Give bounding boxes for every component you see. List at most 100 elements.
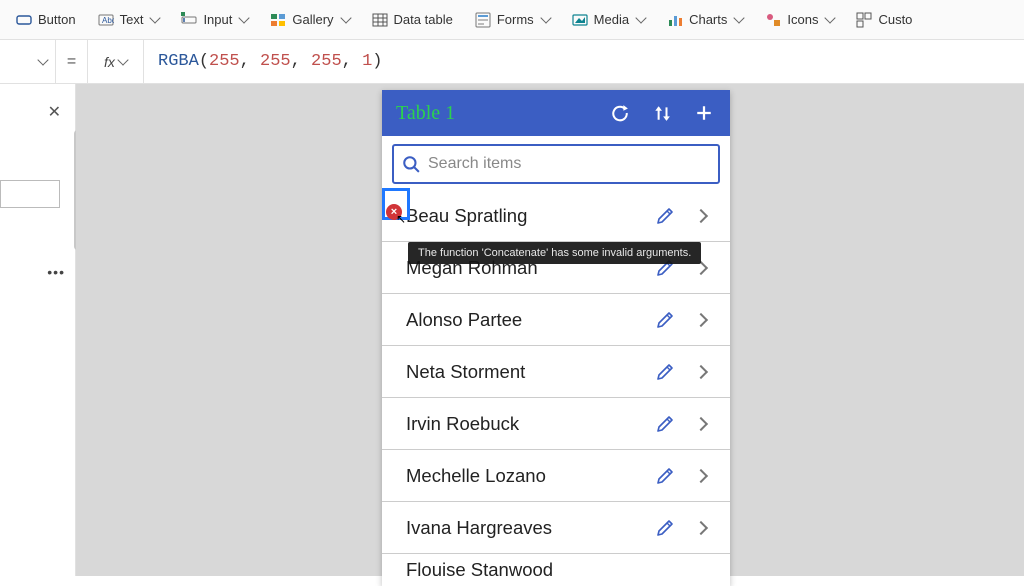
item-name: Neta Storment <box>406 361 642 383</box>
button-icon <box>16 12 32 28</box>
chevron-down-icon <box>825 12 836 23</box>
property-dropdown[interactable] <box>0 40 56 83</box>
ribbon-button[interactable]: Button <box>6 8 86 32</box>
item-name: Beau Spratling <box>406 205 642 227</box>
item-name: Irvin Roebuck <box>406 413 642 435</box>
forms-icon <box>475 12 491 28</box>
ribbon-label: Gallery <box>292 12 333 27</box>
list-item[interactable]: Ivana Hargreaves <box>382 502 730 554</box>
cursor-icon: ↖ <box>396 212 406 226</box>
tree-view-panel: ✕ ••• <box>0 84 76 576</box>
list-item[interactable]: Irvin Roebuck <box>382 398 730 450</box>
more-icon[interactable]: ••• <box>47 264 65 280</box>
app-title: Table 1 <box>396 102 590 125</box>
list-item[interactable]: Alonso Partee <box>382 294 730 346</box>
ribbon-label: Custo <box>878 12 912 27</box>
ribbon-charts[interactable]: Charts <box>657 8 753 32</box>
text-icon <box>98 12 114 28</box>
chevron-down-icon <box>734 12 745 23</box>
fx-button[interactable]: fx <box>88 40 144 83</box>
ribbon-forms[interactable]: Forms <box>465 8 560 32</box>
open-button[interactable] <box>688 463 714 489</box>
chevron-down-icon <box>540 12 551 23</box>
chevron-down-icon <box>150 12 161 23</box>
list-item[interactable]: Mechelle Lozano <box>382 450 730 502</box>
edit-button[interactable] <box>652 463 678 489</box>
tok-comma: , <box>240 52 260 71</box>
ribbon-label: Button <box>38 12 76 27</box>
tok-arg: 255 <box>209 52 240 71</box>
search-box[interactable] <box>392 144 720 184</box>
open-button[interactable] <box>688 359 714 385</box>
chevron-right-icon <box>694 364 708 378</box>
tok-arg: 255 <box>260 52 291 71</box>
edit-button[interactable] <box>652 307 678 333</box>
list-item[interactable]: Neta Storment <box>382 346 730 398</box>
list-item[interactable]: Flouise Stanwood <box>382 554 730 586</box>
edit-button[interactable] <box>652 203 678 229</box>
datatable-icon <box>372 12 388 28</box>
ribbon-label: Icons <box>787 12 818 27</box>
item-name: Ivana Hargreaves <box>406 517 642 539</box>
ribbon-label: Text <box>120 12 144 27</box>
fx-label: fx <box>104 54 115 70</box>
chevron-right-icon <box>694 208 708 222</box>
edit-button[interactable] <box>652 411 678 437</box>
edit-button[interactable] <box>652 359 678 385</box>
item-name: Alonso Partee <box>406 309 642 331</box>
chevron-right-icon <box>694 312 708 326</box>
equals-label: = <box>56 40 88 83</box>
ribbon-label: Forms <box>497 12 534 27</box>
tok-arg: 255 <box>311 52 342 71</box>
tok-open: ( <box>199 52 209 71</box>
tok-close: ) <box>372 52 382 71</box>
open-button[interactable] <box>688 411 714 437</box>
chevron-down-icon <box>635 12 646 23</box>
edit-button[interactable] <box>652 515 678 541</box>
ribbon-label: Data table <box>394 12 453 27</box>
ribbon-label: Charts <box>689 12 727 27</box>
charts-icon <box>667 12 683 28</box>
add-button[interactable] <box>692 101 716 125</box>
ribbon-label: Input <box>203 12 232 27</box>
search-icon <box>402 155 420 173</box>
media-icon <box>572 12 588 28</box>
ribbon-datatable[interactable]: Data table <box>362 8 463 32</box>
custom-icon <box>856 12 872 28</box>
app-header: Table 1 <box>382 90 730 136</box>
chevron-down-icon <box>239 12 250 23</box>
ribbon-gallery[interactable]: Gallery <box>260 8 359 32</box>
item-name: Mechelle Lozano <box>406 465 642 487</box>
error-tooltip: The function 'Concatenate' has some inva… <box>408 242 701 264</box>
list-item[interactable]: × ↖ Beau Spratling <box>382 190 730 242</box>
chevron-down-icon <box>117 54 128 65</box>
design-canvas[interactable]: Table 1 × ↖ Beau Spratling Megan Rohman <box>76 84 1024 576</box>
gallery-icon <box>270 12 286 28</box>
search-wrap <box>382 136 730 190</box>
chevron-right-icon <box>694 468 708 482</box>
close-icon[interactable]: ✕ <box>48 102 61 122</box>
tree-item-thumbnail[interactable] <box>0 180 60 208</box>
search-input[interactable] <box>428 155 710 173</box>
ribbon-custom[interactable]: Custo <box>846 8 922 32</box>
insert-ribbon: Button Text Input Gallery Data table For… <box>0 0 1024 40</box>
icons-icon <box>765 12 781 28</box>
ribbon-label: Media <box>594 12 629 27</box>
open-button[interactable] <box>688 515 714 541</box>
chevron-down-icon <box>37 54 48 65</box>
ribbon-icons[interactable]: Icons <box>755 8 844 32</box>
refresh-button[interactable] <box>608 101 632 125</box>
item-name: Flouise Stanwood <box>406 559 714 581</box>
sort-button[interactable] <box>650 101 674 125</box>
chevron-right-icon <box>694 520 708 534</box>
open-button[interactable] <box>688 203 714 229</box>
tok-fn: RGBA <box>158 52 199 71</box>
tok-comma: , <box>342 52 362 71</box>
ribbon-input[interactable]: Input <box>171 8 258 32</box>
ribbon-text[interactable]: Text <box>88 8 170 32</box>
chevron-right-icon <box>694 416 708 430</box>
formula-bar: = fx RGBA(255, 255, 255, 1) <box>0 40 1024 84</box>
formula-input[interactable]: RGBA(255, 255, 255, 1) <box>144 52 1024 71</box>
ribbon-media[interactable]: Media <box>562 8 655 32</box>
open-button[interactable] <box>688 307 714 333</box>
